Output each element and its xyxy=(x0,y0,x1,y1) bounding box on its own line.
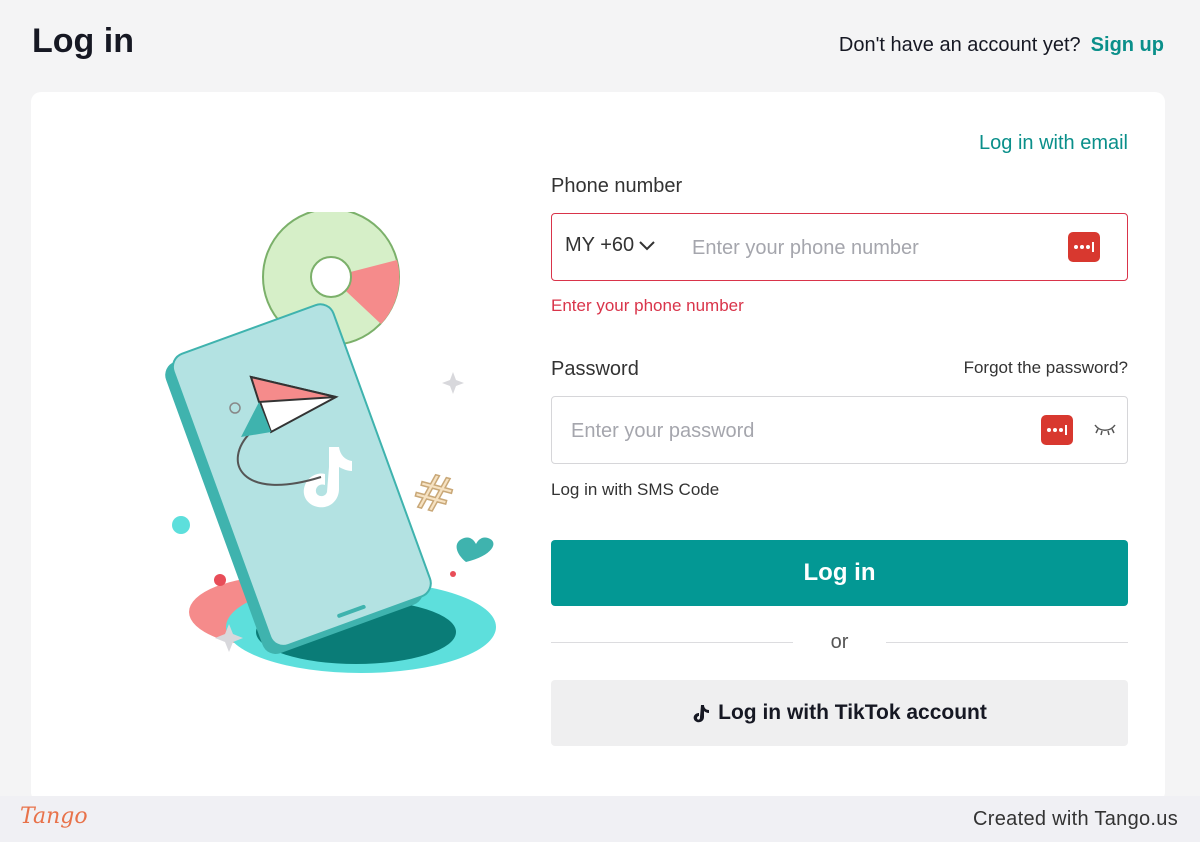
divider-line-right xyxy=(886,642,1128,643)
illustration-sparkle-right xyxy=(442,372,464,394)
login-form: Log in with email Phone number MY +60 En… xyxy=(551,92,1128,802)
login-with-email-link[interactable]: Log in with email xyxy=(979,132,1128,155)
login-button[interactable]: Log in xyxy=(551,540,1128,606)
forgot-password-link[interactable]: Forgot the password? xyxy=(964,358,1128,378)
footer: Tango Created with Tango.us xyxy=(0,796,1200,842)
tango-logo: Tango xyxy=(20,804,88,829)
illustration-dot-small xyxy=(450,571,456,577)
password-manager-icon[interactable] xyxy=(1041,415,1073,445)
eye-closed-icon[interactable] xyxy=(1093,422,1117,436)
illustration-dot-red xyxy=(214,574,226,586)
country-code-select[interactable]: MY +60 xyxy=(565,234,656,257)
signup-prompt: Don't have an account yet? Sign up xyxy=(839,34,1164,57)
password-label: Password xyxy=(551,358,639,380)
password-input-box xyxy=(551,396,1128,464)
tango-credit: Created with Tango.us xyxy=(973,808,1178,830)
phone-input-box: MY +60 xyxy=(551,213,1128,281)
page-title: Log in xyxy=(32,22,134,60)
phone-number-input[interactable] xyxy=(692,234,1052,262)
login-with-tiktok-button[interactable]: Log in with TikTok account xyxy=(551,680,1128,746)
signup-prompt-text: Don't have an account yet? xyxy=(838,34,1081,56)
login-illustration: # xyxy=(165,212,496,673)
login-card: # Log in with email Phone number MY +60 … xyxy=(31,92,1165,802)
illustration-dot-teal xyxy=(172,516,190,534)
header: Log in Don't have an account yet? Sign up xyxy=(0,0,1200,92)
password-input[interactable] xyxy=(571,417,1011,445)
phone-number-label: Phone number xyxy=(551,175,683,197)
chevron-down-icon xyxy=(639,241,655,251)
signup-link[interactable]: Sign up xyxy=(1091,34,1164,56)
illustration-heart xyxy=(456,537,494,562)
phone-error-message: Enter your phone number xyxy=(551,296,744,315)
tiktok-icon xyxy=(693,705,710,723)
country-code-value: MY +60 xyxy=(565,234,635,256)
login-with-sms-link[interactable]: Log in with SMS Code xyxy=(551,480,719,500)
tiktok-button-label: Log in with TikTok account xyxy=(718,701,987,724)
illustration-hashtag: # xyxy=(406,460,461,527)
password-manager-icon[interactable] xyxy=(1068,232,1100,262)
or-divider: or xyxy=(551,627,1128,657)
